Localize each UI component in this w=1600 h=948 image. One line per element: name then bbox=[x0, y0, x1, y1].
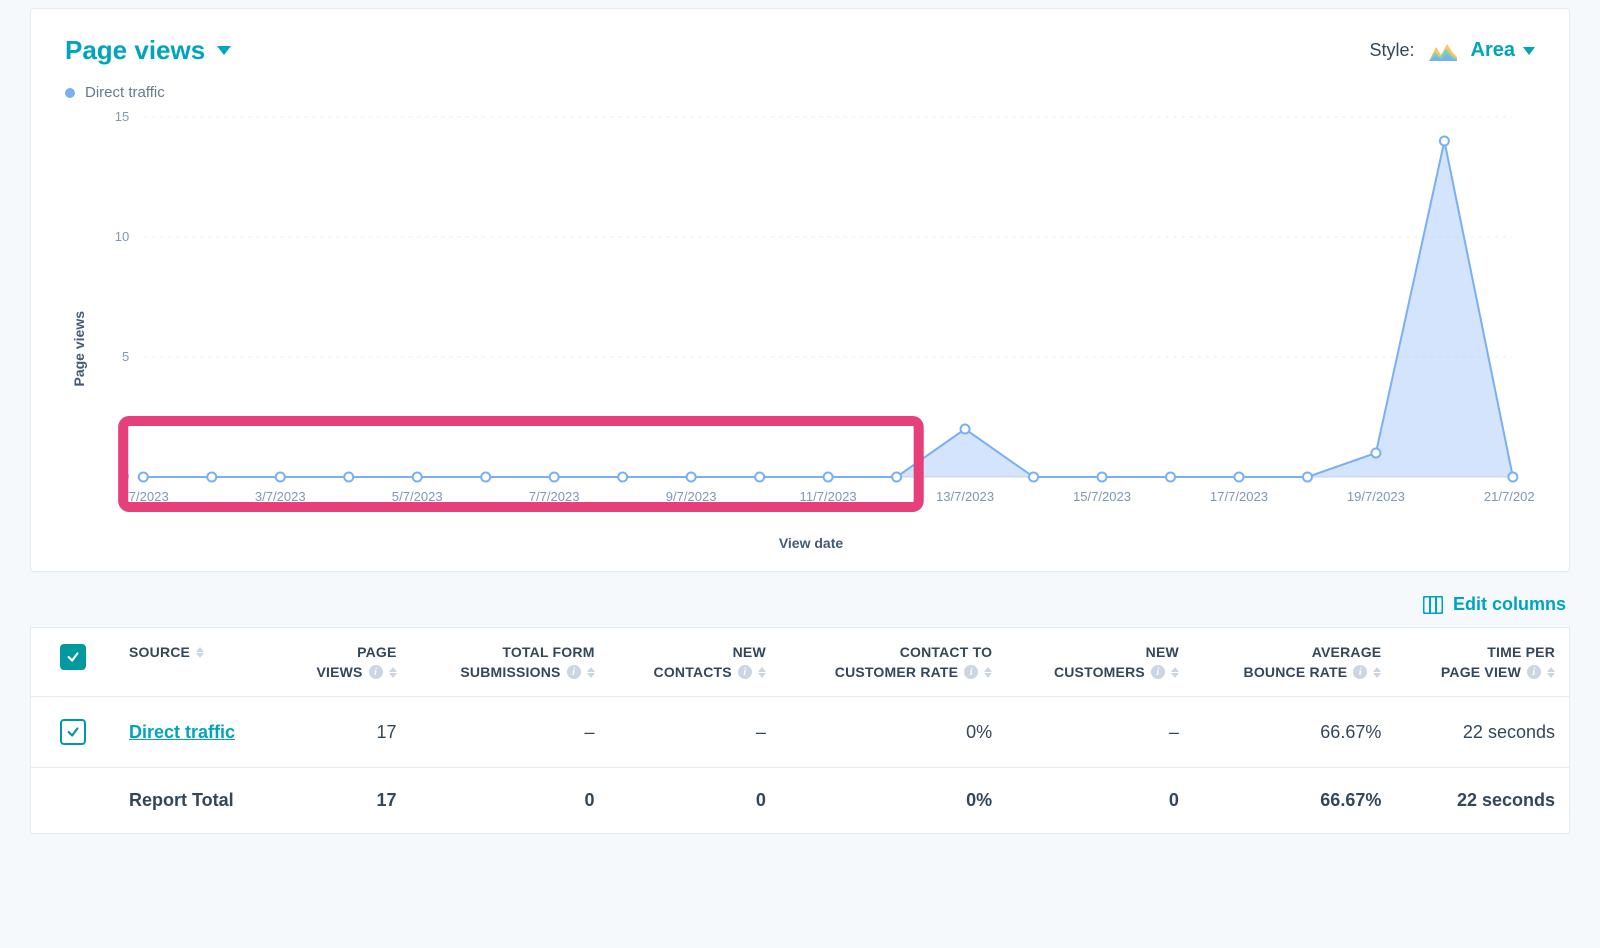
cell-time-per-page-view: 22 seconds bbox=[1395, 697, 1569, 768]
edit-columns-button[interactable]: Edit columns bbox=[1423, 594, 1566, 615]
area-chart-icon bbox=[1429, 41, 1457, 61]
total-new-contacts: 0 bbox=[609, 768, 780, 834]
total-contact-to-customer-rate: 0% bbox=[780, 768, 1006, 834]
svg-text:13/7/2023: 13/7/2023 bbox=[936, 489, 994, 504]
metric-title: Page views bbox=[65, 35, 205, 66]
total-new-customers: 0 bbox=[1006, 768, 1193, 834]
total-page-views: 17 bbox=[279, 768, 411, 834]
svg-text:7/7/2023: 7/7/2023 bbox=[529, 489, 580, 504]
edit-columns-label: Edit columns bbox=[1453, 594, 1566, 615]
svg-text:5: 5 bbox=[122, 349, 129, 364]
chevron-down-icon bbox=[217, 46, 231, 55]
select-all-checkbox[interactable] bbox=[60, 644, 86, 670]
cell-new-contacts: – bbox=[609, 697, 780, 768]
style-value: Area bbox=[1471, 39, 1515, 62]
total-average-bounce-rate: 66.67% bbox=[1193, 768, 1395, 834]
svg-text:19/7/2023: 19/7/2023 bbox=[1347, 489, 1405, 504]
chart-legend: Direct traffic bbox=[65, 84, 1535, 101]
svg-text:17/7/2023: 17/7/2023 bbox=[1210, 489, 1268, 504]
column-header-page-views[interactable]: PAGEVIEWS i bbox=[279, 628, 411, 697]
column-header-source[interactable]: SOURCE bbox=[115, 628, 279, 697]
chevron-down-icon bbox=[1523, 47, 1535, 55]
svg-text:11/7/2023: 11/7/2023 bbox=[800, 489, 857, 504]
svg-text:10: 10 bbox=[115, 229, 130, 244]
area-chart[interactable]: 0510151/7/20233/7/20235/7/20237/7/20239/… bbox=[87, 107, 1535, 527]
row-checkbox[interactable] bbox=[60, 719, 86, 745]
svg-text:3/7/2023: 3/7/2023 bbox=[255, 489, 306, 504]
cell-new-customers: – bbox=[1006, 697, 1193, 768]
style-label: Style: bbox=[1369, 40, 1414, 61]
svg-text:21/7/2023: 21/7/2023 bbox=[1484, 489, 1535, 504]
svg-text:5/7/2023: 5/7/2023 bbox=[392, 489, 443, 504]
column-header-new-contacts[interactable]: NEWCONTACTS i bbox=[609, 628, 780, 697]
table-header-row: SOURCE PAGEVIEWS i TOTAL FORMSUBMISSIONS… bbox=[31, 628, 1570, 697]
column-header-new-customers[interactable]: NEWCUSTOMERS i bbox=[1006, 628, 1193, 697]
table-row: Direct traffic 17 – – 0% – 66.67% 22 sec… bbox=[31, 697, 1570, 768]
chart-card: Page views Style: Area bbox=[30, 8, 1570, 572]
source-link[interactable]: Direct traffic bbox=[129, 722, 235, 743]
style-selector[interactable]: Area bbox=[1471, 39, 1535, 62]
svg-text:15: 15 bbox=[115, 109, 130, 124]
total-time-per-page-view: 22 seconds bbox=[1395, 768, 1569, 834]
svg-text:9/7/2023: 9/7/2023 bbox=[666, 489, 717, 504]
legend-marker bbox=[65, 88, 75, 98]
chart-area: Page views 0510151/7/20233/7/20235/7/202… bbox=[65, 107, 1535, 551]
cell-contact-to-customer-rate: 0% bbox=[780, 697, 1006, 768]
chart-header: Page views Style: Area bbox=[65, 35, 1535, 66]
cell-average-bounce-rate: 66.67% bbox=[1193, 697, 1395, 768]
y-axis-label: Page views bbox=[65, 271, 87, 387]
x-axis-label: View date bbox=[87, 535, 1535, 551]
metric-selector[interactable]: Page views bbox=[65, 35, 231, 66]
legend-label: Direct traffic bbox=[85, 84, 165, 101]
total-label: Report Total bbox=[129, 790, 234, 811]
svg-text:15/7/2023: 15/7/2023 bbox=[1073, 489, 1131, 504]
table-total-row: Report Total 17 0 0 0% 0 66.67% 22 secon… bbox=[31, 768, 1570, 834]
total-total-form-submissions: 0 bbox=[411, 768, 609, 834]
column-header-average-bounce-rate[interactable]: AVERAGEBOUNCE RATE i bbox=[1193, 628, 1395, 697]
select-all-header bbox=[31, 628, 116, 697]
columns-icon bbox=[1423, 596, 1443, 614]
sources-table: SOURCE PAGEVIEWS i TOTAL FORMSUBMISSIONS… bbox=[30, 627, 1570, 834]
column-header-total-form-submissions[interactable]: TOTAL FORMSUBMISSIONS i bbox=[411, 628, 609, 697]
cell-total-form-submissions: – bbox=[411, 697, 609, 768]
column-header-contact-to-customer-rate[interactable]: CONTACT TOCUSTOMER RATE i bbox=[780, 628, 1006, 697]
column-header-time-per-page-view[interactable]: TIME PERPAGE VIEW i bbox=[1395, 628, 1569, 697]
cell-page-views: 17 bbox=[279, 697, 411, 768]
style-switcher: Style: Area bbox=[1369, 39, 1535, 62]
